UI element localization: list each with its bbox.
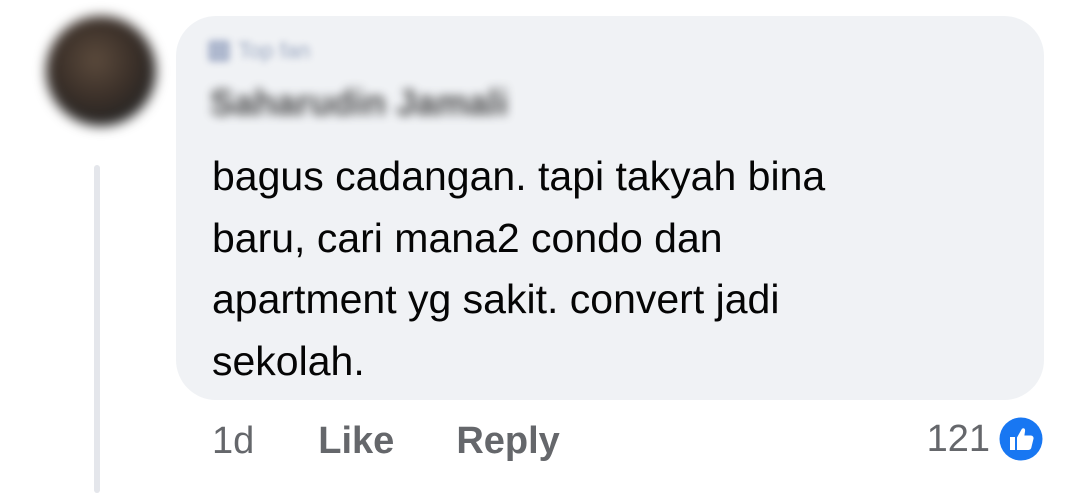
comment-text-line: bagus cadangan. tapi takyah bina	[212, 153, 826, 199]
reply-button[interactable]: Reply	[456, 420, 559, 463]
comment-thread: Top fan Saharudin Jamali bagus cadangan.…	[0, 0, 1080, 493]
reaction-summary[interactable]: 121	[927, 414, 1046, 464]
comment-text-line: apartment yg sakit. convert jadi	[212, 276, 780, 322]
author-badge: Top fan	[208, 38, 310, 64]
reaction-count: 121	[926, 417, 990, 460]
badge-icon	[208, 40, 230, 62]
like-thumbs-up-icon	[997, 415, 1045, 463]
like-button[interactable]: Like	[318, 420, 394, 463]
author-name[interactable]: Saharudin Jamali	[210, 82, 508, 124]
avatar[interactable]	[46, 16, 156, 126]
author-badge-label: Top fan	[238, 38, 311, 63]
comment-text-line: baru, cari mana2 condo dan	[212, 214, 723, 261]
comment-text-line: sekolah.	[212, 337, 365, 384]
comment-timestamp[interactable]: 1d	[212, 420, 254, 463]
thread-connector-line	[94, 165, 100, 493]
comment-actions: 1d Like Reply	[212, 420, 560, 463]
comment-text: bagus cadangan. tapi takyah bina baru, c…	[212, 146, 1012, 392]
